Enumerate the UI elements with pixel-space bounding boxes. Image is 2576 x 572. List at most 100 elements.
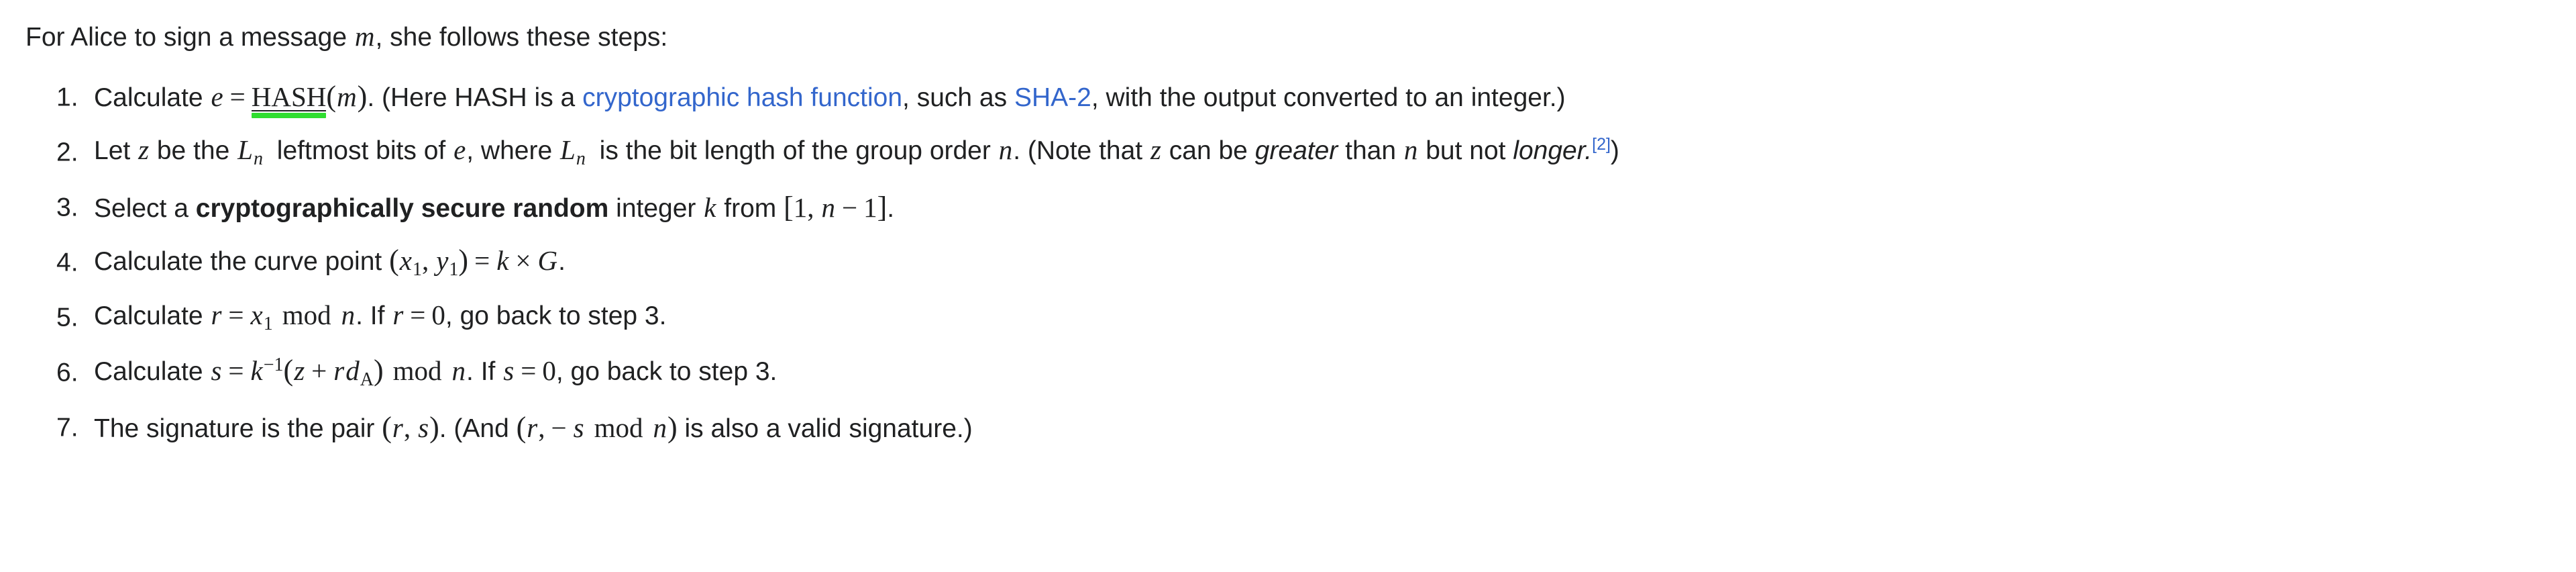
step6-var-d: d [345,354,360,386]
step3-var-k: k [704,191,716,223]
step5-var-r-2: r [392,299,404,330]
step2-var-z: z [138,134,150,165]
step4-text-1: Calculate the curve point [94,246,390,276]
step6-var-s-2: s [503,354,515,386]
step2-text-4: , where [466,136,559,165]
step7-var-s-2: s [573,412,584,443]
step4-equals: = [474,244,490,276]
step6-text-1: Calculate [94,356,211,386]
step1-text-2: . (Here HASH is a [367,83,583,113]
step-item-2: 2. Let z be the Ln leftmost bits of e, w… [25,125,2576,180]
step7-text-2: . (And [439,414,517,443]
step7-mod-operator: mod [594,412,643,443]
step4-var-G: G [537,244,558,276]
step6-text-3: , go back to step 3. [555,356,777,386]
intro-text-after: , she follows these steps: [375,23,668,52]
step3-number-1b: 1 [863,191,877,223]
step3-var-n: n [821,191,836,223]
step1-paren-close: ) [357,80,368,113]
step-number: 4. [56,248,78,277]
step6-zero: 0 [542,354,556,386]
step3-bracket-close: ] [877,190,888,224]
step6-plus-operator: + [311,354,327,386]
step-number: 2. [56,138,78,167]
step-number: 5. [56,303,78,332]
step1-var-e: e [211,81,223,113]
step-content: Calculate e = HASH (m). (Here HASH is a cry… [94,80,1566,119]
signing-steps-list: 1. Calculate e = HASH (m). (Here HASH is a … [25,70,2576,455]
step5-subscript-x1: 1 [263,313,273,334]
step5-var-r: r [211,299,222,330]
step6-var-n: n [451,354,466,386]
step7-comma: , [403,412,411,443]
step6-equals: = [228,354,244,386]
step-item-4: 4. Calculate the curve point (x1, y1) = k × G… [25,235,2576,290]
step6-var-z: z [294,354,305,386]
hash-highlighted-term: HASH [251,83,327,119]
step7-minus-operator: − [551,412,567,443]
step3-minus: − [842,191,858,223]
step2-var-n: n [998,134,1013,165]
step2-text-1: Let [94,136,138,165]
step-item-5: 5. Calculate r = x1 mod n. If r = 0, go back t… [25,290,2576,345]
step-item-3: 3. Select a cryptographically secure ran… [25,180,2576,235]
step2-emphasis-longer: longer. [1513,136,1593,165]
intro-variable-m: m [354,21,375,52]
step-number: 1. [56,83,78,112]
step4-var-k: k [496,244,509,276]
step-item-1: 1. Calculate e = HASH (m). (Here HASH is a … [25,70,2576,125]
step1-var-m: m [337,81,357,113]
step2-var-z-2: z [1150,134,1161,165]
step7-comma-2: , [538,412,545,443]
step4-subscript-x1: 1 [412,258,422,280]
step3-text-3: from [716,193,784,223]
step5-equals-2: = [410,299,426,330]
step4-paren-close: ) [458,243,469,277]
step5-mod-operator: mod [282,299,331,330]
step-item-6: 6. Calculate s = k−1(z + rdA) mod n. If s = 0, g… [25,345,2576,400]
step-content: Calculate the curve point (x1, y1) = k × G. [94,243,566,280]
step5-equals: = [228,299,244,330]
step6-var-r: r [333,354,345,386]
step4-comma: , [421,244,429,276]
step4-var-y: y [436,244,449,276]
intro-paragraph: For Alice to sign a message m, she follo… [25,20,2576,54]
intro-text-before: For Alice to sign a message [25,23,354,52]
step3-text-2: integer [608,193,704,223]
step7-var-r: r [392,412,403,443]
step-content: Calculate s = k−1(z + rdA) mod n. If s = 0, go b… [94,354,777,389]
step2-emphasis-greater: greater [1254,136,1338,165]
step7-paren-close-2: ) [667,410,678,444]
step-content: The signature is the pair (r, s). (And (r… [94,410,973,444]
step3-text-1: Select a [94,193,196,223]
step6-text-2: . If [466,356,503,386]
step6-superscript-inverse: −1 [263,354,284,375]
step-content: Let z be the Ln leftmost bits of e, wher… [94,136,1619,169]
step5-text-1: Calculate [94,301,211,330]
step2-text-10: ) [1610,136,1619,165]
step2-text-9: but not [1418,136,1513,165]
step6-var-k: k [250,354,263,386]
citation-reference-2[interactable]: [2] [1592,135,1611,154]
step7-text-1: The signature is the pair [94,414,382,443]
citation-link[interactable]: [2] [1592,135,1611,154]
step3-bracket-open: [ [784,190,794,224]
step3-number-1: 1 [793,191,808,223]
step-content: Select a cryptographically secure random… [94,190,894,224]
step1-paren-open: ( [326,80,337,113]
step4-paren-open: ( [389,243,399,277]
step7-text-3: is also a valid signature.) [677,414,973,443]
link-cryptographic-hash-function[interactable]: cryptographic hash function [582,83,902,112]
step6-var-s: s [211,354,222,386]
link-sha-2[interactable]: SHA-2 [1014,83,1091,112]
step2-text-2: be the [150,136,237,165]
step2-var-L: L [237,134,253,165]
step-content: Calculate r = x1 mod n. If r = 0, go back to s… [94,301,666,334]
step2-var-L-2: L [560,134,576,165]
step7-var-r-2: r [527,412,538,443]
step-item-7: 7. The signature is the pair (r, s). (And… [25,400,2576,455]
step2-var-n-2: n [1403,134,1418,165]
step2-text-7: can be [1161,136,1255,165]
step7-paren-close: ) [429,410,439,444]
green-highlight-underline [251,113,327,119]
